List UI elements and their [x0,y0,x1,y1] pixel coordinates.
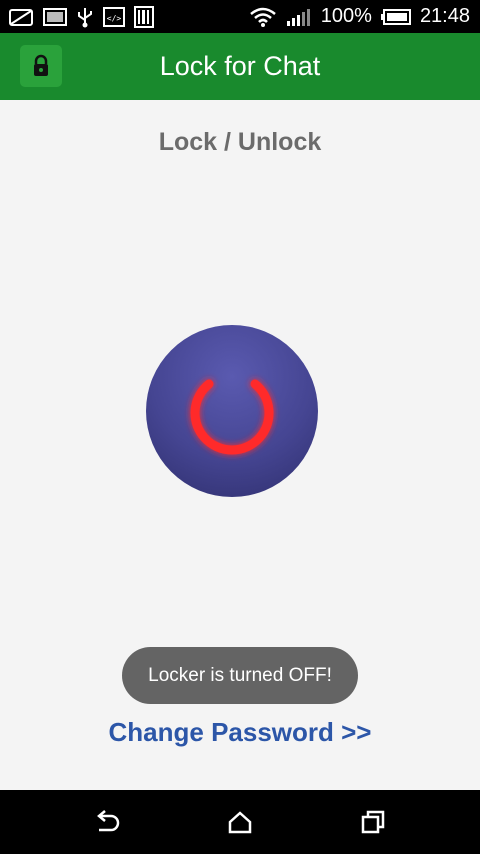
battery-icon [380,8,411,25]
wifi-icon [249,6,277,28]
lock-unlock-title: Lock / Unlock [158,128,322,156]
battery-percentage: 100% [320,5,372,27]
change-password-link[interactable]: Change Password >> [0,717,480,748]
developer-icon: </> [103,6,125,27]
power-icon [190,364,274,455]
barcode-icon [134,5,154,28]
status-bar: </> 100% 21:48 [0,0,480,33]
signal-icon [286,7,312,27]
status-time: 21:48 [419,5,470,27]
navigation-bar [0,790,480,854]
no-sim-icon [8,7,34,27]
svg-text:</>: </> [107,14,122,23]
app-bar: Lock for Chat [0,33,480,100]
recents-icon[interactable] [353,806,393,838]
status-bar-system: 100% 21:48 [249,5,470,28]
usb-icon [76,6,94,28]
lock-icon[interactable] [20,45,62,87]
status-bar-notifications: </> [8,5,154,28]
app-title: Lock for Chat [159,51,321,81]
home-icon[interactable] [220,806,260,838]
toast-message: Locker is turned OFF! [122,647,358,704]
back-icon[interactable] [87,806,127,838]
screenshot-icon [43,7,67,27]
power-toggle-button[interactable] [146,325,318,497]
